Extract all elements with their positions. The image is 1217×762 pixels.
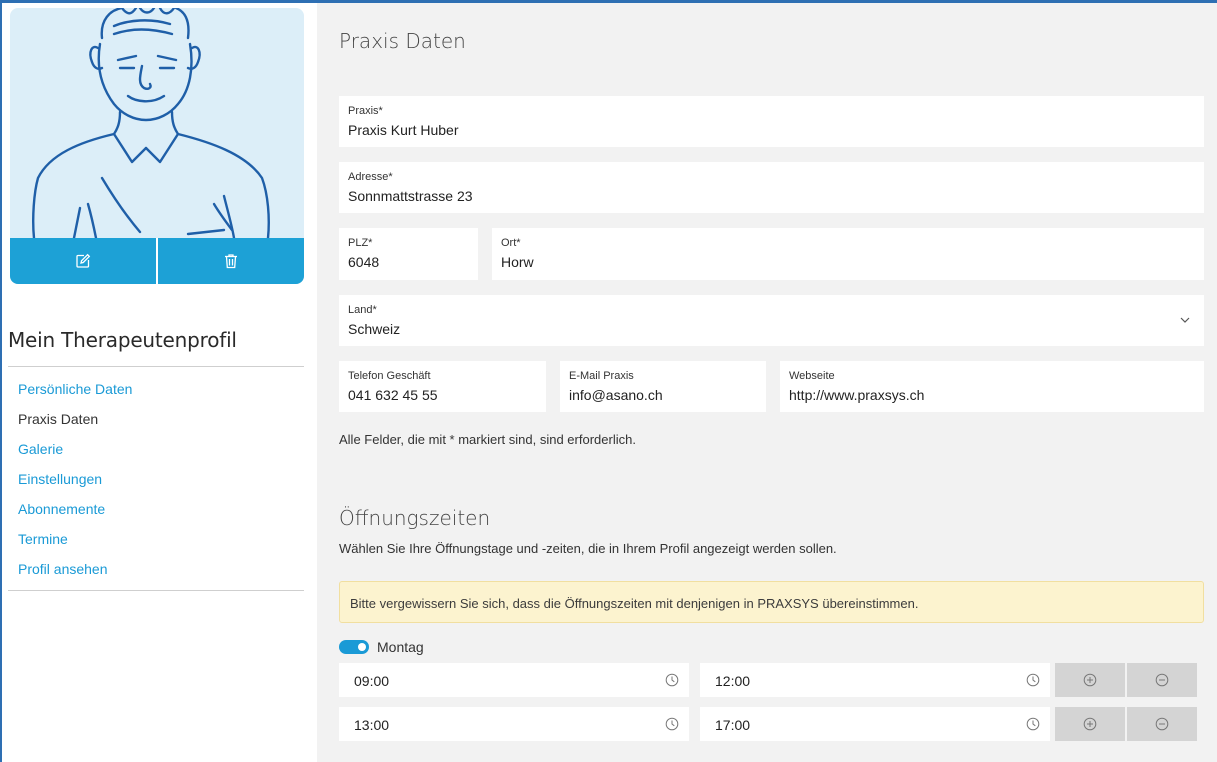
- trash-icon: [225, 254, 237, 269]
- praxis-value: Praxis Kurt Huber: [348, 122, 459, 138]
- adresse-label: Adresse*: [348, 171, 393, 183]
- toggle-knob: [358, 643, 366, 651]
- time-to-input[interactable]: 12:00: [700, 663, 1050, 697]
- adresse-value: Sonnmattstrasse 23: [348, 188, 473, 204]
- chevron-down-icon: [1180, 317, 1190, 323]
- time-value: 12:00: [715, 673, 751, 689]
- day-row-montag: Montag: [339, 639, 424, 655]
- time-from-input[interactable]: 09:00: [339, 663, 689, 697]
- warning-alert: Bitte vergewissern Sie sich, dass die Öf…: [339, 581, 1204, 623]
- nav-item-abonnemente[interactable]: Abonnemente: [18, 501, 132, 531]
- minus-circle-icon: [1155, 673, 1169, 687]
- sidebar: Mein Therapeutenprofil Persönliche Daten…: [8, 8, 304, 762]
- ort-label: Ort*: [501, 237, 521, 249]
- ort-value: Horw: [501, 254, 534, 270]
- delete-avatar-button[interactable]: [156, 238, 304, 284]
- ort-field[interactable]: Ort* Horw: [492, 228, 1204, 280]
- praxis-field[interactable]: Praxis* Praxis Kurt Huber: [339, 96, 1204, 147]
- email-value: info@asano.ch: [569, 387, 663, 403]
- nav-item-profil-ansehen[interactable]: Profil ansehen: [18, 561, 132, 591]
- remove-slot-button[interactable]: [1127, 663, 1197, 697]
- clock-icon: [1026, 673, 1040, 687]
- clock-icon: [1026, 717, 1040, 731]
- avatar-actions: [10, 238, 304, 284]
- praxis-label: Praxis*: [348, 105, 383, 117]
- remove-slot-button[interactable]: [1127, 707, 1197, 741]
- window-left-border: [0, 0, 2, 762]
- webseite-field[interactable]: Webseite http://www.praxsys.ch: [780, 361, 1204, 412]
- nav-item-einstellungen[interactable]: Einstellungen: [18, 471, 132, 501]
- telefon-field[interactable]: Telefon Geschäft 041 632 45 55: [339, 361, 546, 412]
- page-title: Praxis Daten: [339, 29, 466, 53]
- plus-circle-icon: [1083, 717, 1097, 731]
- divider: [8, 366, 304, 367]
- time-value: 09:00: [354, 673, 390, 689]
- nav-item-termine[interactable]: Termine: [18, 531, 132, 561]
- edit-avatar-button[interactable]: [10, 238, 156, 284]
- nav-item-persoenliche-daten[interactable]: Persönliche Daten: [18, 381, 132, 411]
- clock-icon: [665, 673, 679, 687]
- webseite-value: http://www.praxsys.ch: [789, 387, 925, 403]
- nav-item-praxis-daten[interactable]: Praxis Daten: [18, 411, 132, 441]
- time-value: 17:00: [715, 717, 751, 733]
- telefon-value: 041 632 45 55: [348, 387, 438, 403]
- day-label: Montag: [377, 639, 424, 655]
- time-from-input[interactable]: 13:00: [339, 707, 689, 741]
- email-label: E-Mail Praxis: [569, 370, 634, 382]
- plus-circle-icon: [1083, 673, 1097, 687]
- time-to-input[interactable]: 17:00: [700, 707, 1050, 741]
- email-field[interactable]: E-Mail Praxis info@asano.ch: [560, 361, 766, 412]
- day-toggle[interactable]: [339, 640, 369, 654]
- add-slot-button[interactable]: [1055, 663, 1125, 697]
- minus-circle-icon: [1155, 717, 1169, 731]
- profile-title: Mein Therapeutenprofil: [8, 328, 237, 352]
- edit-icon: [76, 253, 91, 268]
- opening-hours-title: Öffnungszeiten: [339, 506, 491, 530]
- opening-hours-hint: Wählen Sie Ihre Öffnungstage und -zeiten…: [339, 541, 837, 556]
- adresse-field[interactable]: Adresse* Sonnmattstrasse 23: [339, 162, 1204, 213]
- main-content: Praxis Daten Praxis* Praxis Kurt Huber A…: [317, 3, 1217, 762]
- land-select[interactable]: Land* Schweiz: [339, 295, 1204, 346]
- time-value: 13:00: [354, 717, 390, 733]
- profile-nav: Persönliche Daten Praxis Daten Galerie E…: [18, 381, 132, 591]
- add-slot-button[interactable]: [1055, 707, 1125, 741]
- clock-icon: [665, 717, 679, 731]
- nav-item-galerie[interactable]: Galerie: [18, 441, 132, 471]
- plz-field[interactable]: PLZ* 6048: [339, 228, 478, 280]
- avatar: [32, 8, 270, 238]
- required-note: Alle Felder, die mit * markiert sind, si…: [339, 432, 636, 447]
- land-label: Land*: [348, 304, 377, 316]
- plz-value: 6048: [348, 254, 380, 270]
- divider: [8, 590, 304, 591]
- webseite-label: Webseite: [789, 370, 835, 382]
- land-value: Schweiz: [348, 321, 401, 337]
- telefon-label: Telefon Geschäft: [348, 370, 431, 382]
- avatar-card: [10, 8, 304, 284]
- plz-label: PLZ*: [348, 237, 373, 249]
